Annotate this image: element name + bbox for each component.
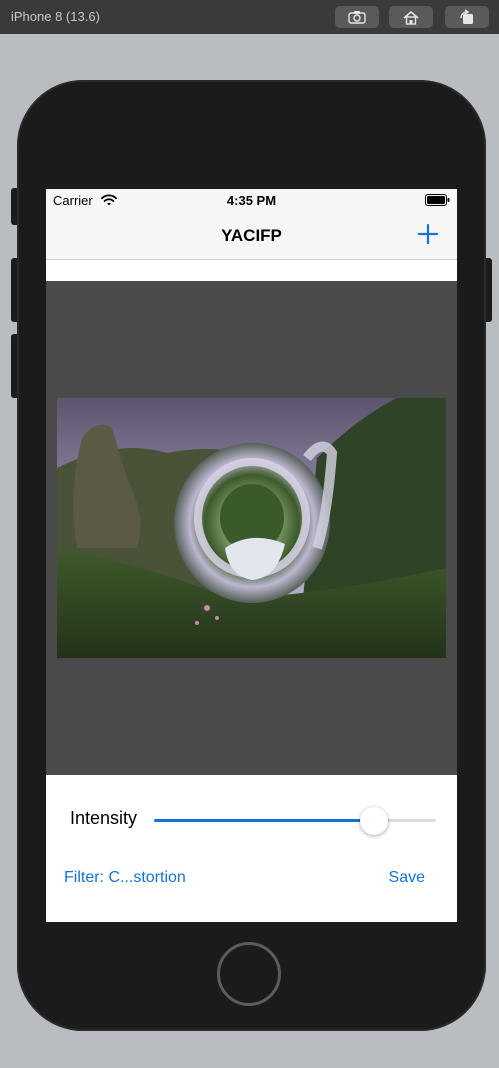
app-screen: Carrier 4:35 PM YACIFP Intensity Filter:… (46, 189, 457, 922)
simulator-title: iPhone 8 (13.6) (11, 9, 100, 24)
home-button[interactable] (217, 942, 281, 1006)
intensity-label: Intensity (70, 808, 138, 828)
change-filter-button[interactable]: Filter: C...stortion (64, 869, 186, 887)
page-title: YACIFP (221, 226, 282, 245)
slider-thumb[interactable] (359, 807, 388, 835)
screenshot-icon (348, 11, 366, 24)
screenshot-button[interactable] (335, 6, 379, 28)
save-button[interactable]: Save (389, 869, 425, 887)
filtered-photo (57, 398, 446, 658)
status-time: 4:35 PM (226, 193, 277, 208)
navigation-bar: YACIFP (46, 211, 457, 260)
plus-icon[interactable] (417, 223, 439, 245)
status-bar: Carrier 4:35 PM (46, 189, 457, 211)
home-button-toolbar[interactable] (389, 6, 433, 28)
controls-panel: Intensity Filter: C...stortion Save (46, 775, 457, 922)
image-container[interactable] (46, 281, 457, 775)
simulator-toolbar: iPhone 8 (13.6) (0, 0, 499, 34)
rotate-button[interactable] (445, 6, 489, 28)
intensity-slider[interactable] (154, 807, 436, 835)
home-icon (403, 10, 419, 25)
rotate-icon (460, 9, 473, 24)
slider-fill (154, 819, 374, 822)
battery-icon (425, 194, 450, 206)
